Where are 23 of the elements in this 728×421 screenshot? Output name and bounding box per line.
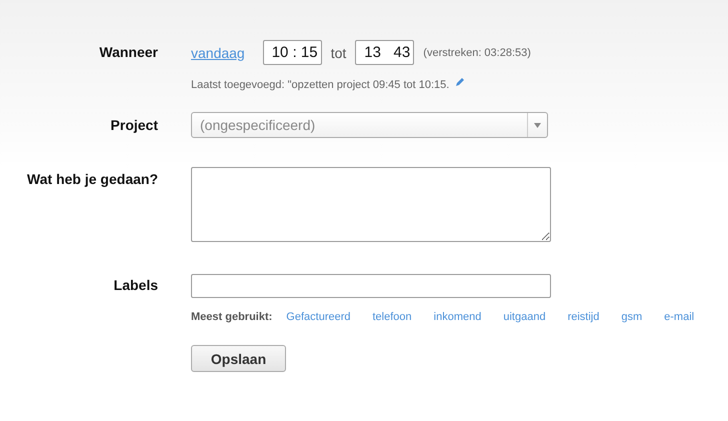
tag-link[interactable]: reistijd [568,311,600,323]
tag-link[interactable]: inkomend [434,311,482,323]
last-added-text: Laatst toegevoegd: "opzetten project 09:45 tot 10:15. [191,79,450,91]
date-link[interactable]: vandaag [191,44,245,60]
field-label: Project [110,116,159,135]
tag-link[interactable]: gsm [621,311,642,323]
project-dropdown[interactable]: (ongespecificeerd) [191,112,548,138]
field-label: Wat heb je gedaan? [26,170,159,189]
time-field[interactable]: 13 43 [355,40,414,65]
field-label: Wanneer [98,43,159,62]
elapsed-text: (verstreken: 03:28:53) [423,46,531,58]
description-field[interactable] [191,167,551,242]
separator-text: tot [330,44,346,60]
labels-field[interactable] [191,274,551,298]
pencil-icon[interactable] [455,77,466,87]
tag-link[interactable]: telefoon [372,311,412,323]
most-used-label: Meest gebruikt: [191,311,272,323]
tag-link[interactable]: Gefactureerd [286,311,350,323]
tag-link[interactable]: e-mail [664,311,694,323]
field-label: Labels [112,276,159,295]
tag-link[interactable]: uitgaand [503,311,546,323]
time-field[interactable]: 10 : 15 [262,40,322,65]
save-button[interactable]: Opslaan [191,345,286,372]
